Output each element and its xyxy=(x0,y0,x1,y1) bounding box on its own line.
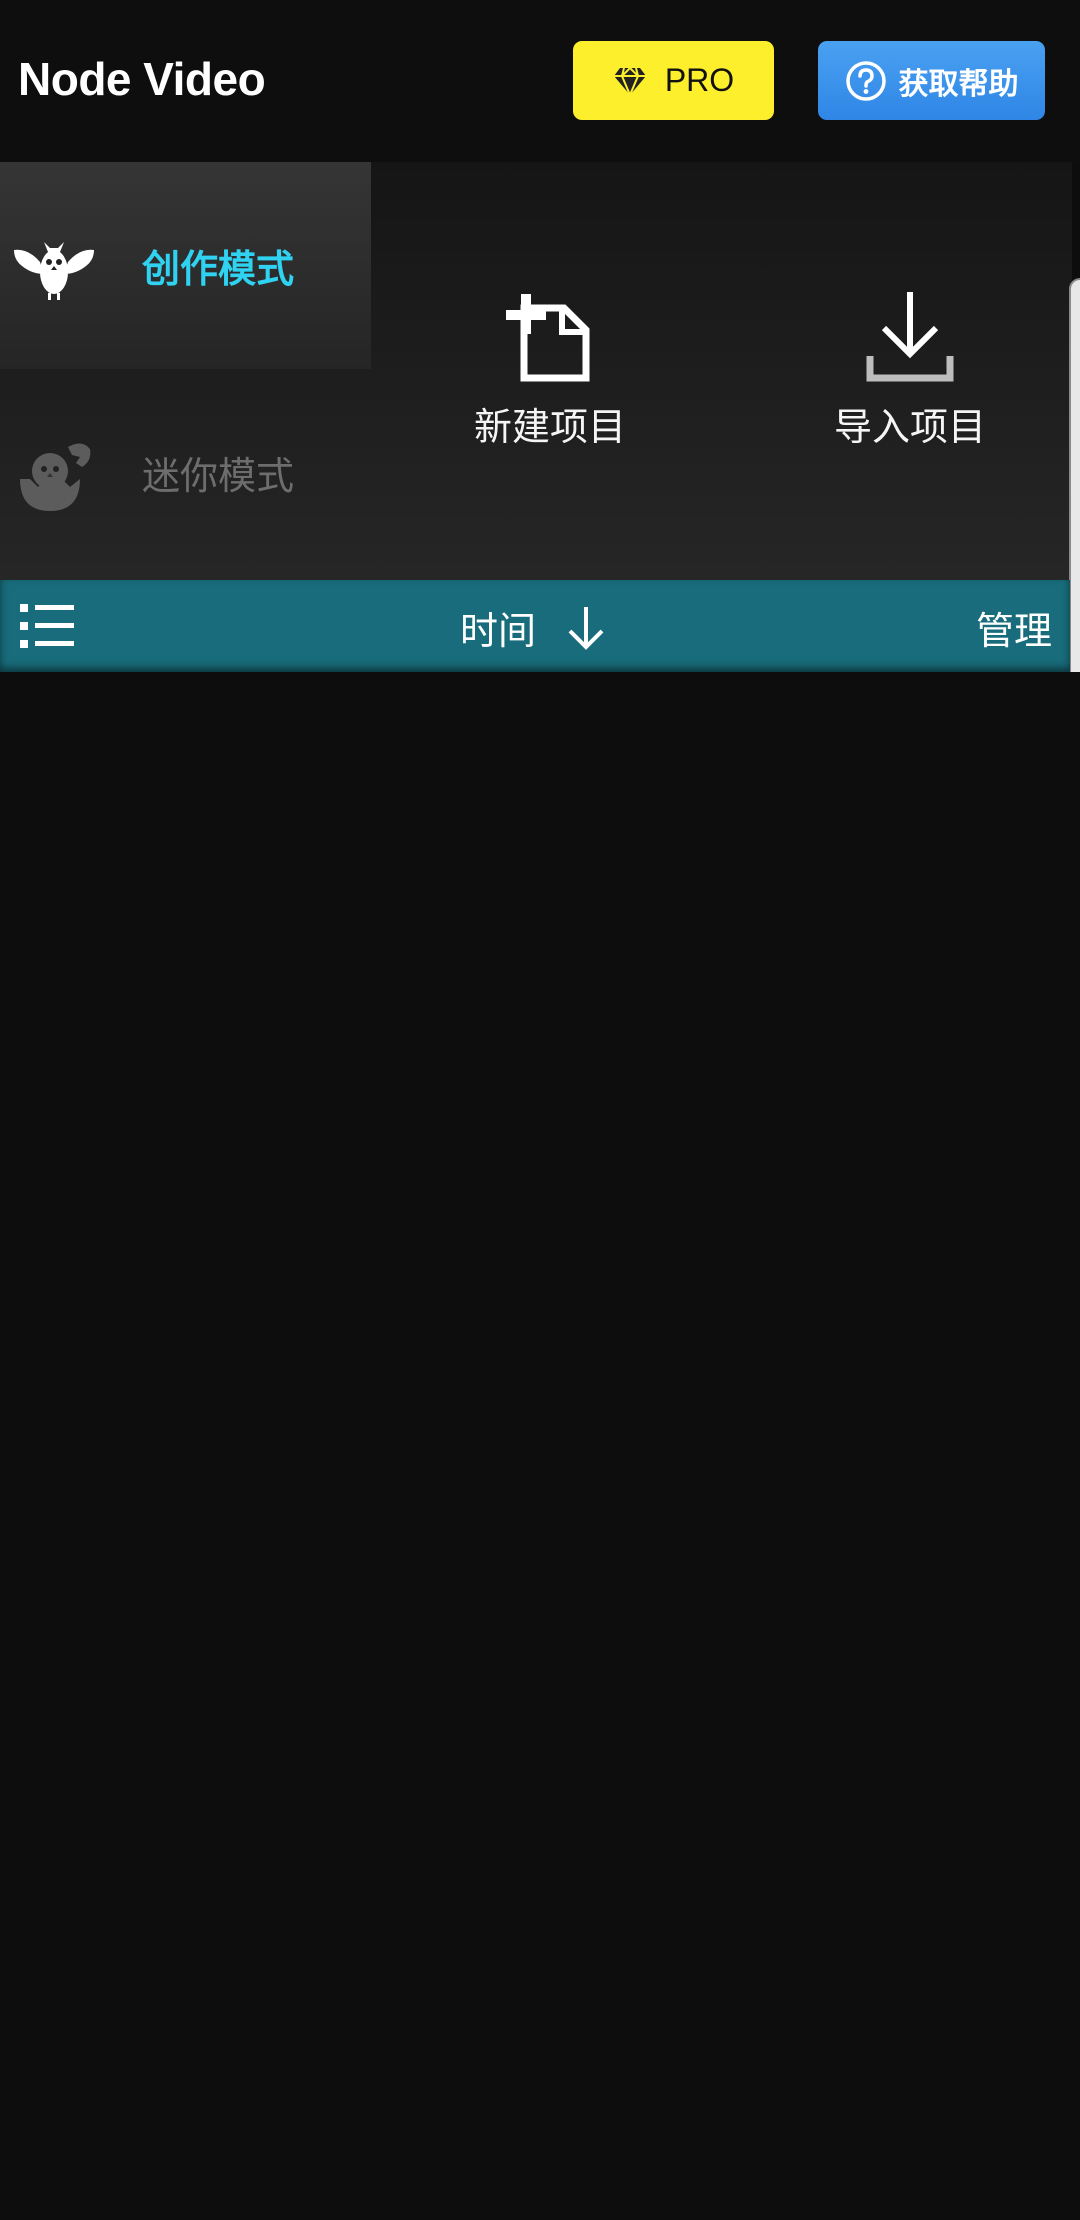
question-icon xyxy=(845,60,886,101)
mode-item-mini[interactable]: 迷你模式 xyxy=(0,369,371,576)
diamond-icon xyxy=(613,66,646,98)
pro-button[interactable]: PRO xyxy=(573,41,774,120)
import-project-label: 导入项目 xyxy=(833,405,986,449)
import-project-button[interactable]: 导入项目 xyxy=(790,288,1030,451)
list-icon[interactable] xyxy=(20,604,74,648)
pro-label: PRO xyxy=(664,62,735,98)
mode-item-create[interactable]: 创作模式 xyxy=(0,162,371,369)
help-button[interactable]: 获取帮助 xyxy=(818,41,1045,120)
mode-label-create: 创作模式 xyxy=(142,247,295,291)
new-project-button[interactable]: 新建项目 xyxy=(430,288,670,451)
project-list xyxy=(0,672,1080,2220)
mode-label-mini: 迷你模式 xyxy=(142,454,295,498)
sort-control[interactable]: 时间 xyxy=(460,600,606,655)
app-title: Node Video xyxy=(18,53,266,105)
manage-button[interactable]: 管理 xyxy=(976,600,1052,655)
new-file-icon xyxy=(506,294,590,382)
arrow-down-icon xyxy=(568,606,604,650)
sort-label: 时间 xyxy=(460,609,537,653)
scrollbar[interactable] xyxy=(1069,278,1080,704)
owl-icon xyxy=(14,241,94,300)
help-label: 获取帮助 xyxy=(898,66,1019,102)
app-header: Node Video PRO 获取帮助 xyxy=(0,0,1080,162)
new-project-label: 新建项目 xyxy=(473,405,626,449)
mode-panel: 创作模式 迷你模式 新建项目 导入项目 xyxy=(0,162,1072,580)
project-toolbar: 时间 管理 xyxy=(0,580,1070,672)
download-icon xyxy=(866,292,954,382)
hatching-chick-icon xyxy=(20,442,91,511)
